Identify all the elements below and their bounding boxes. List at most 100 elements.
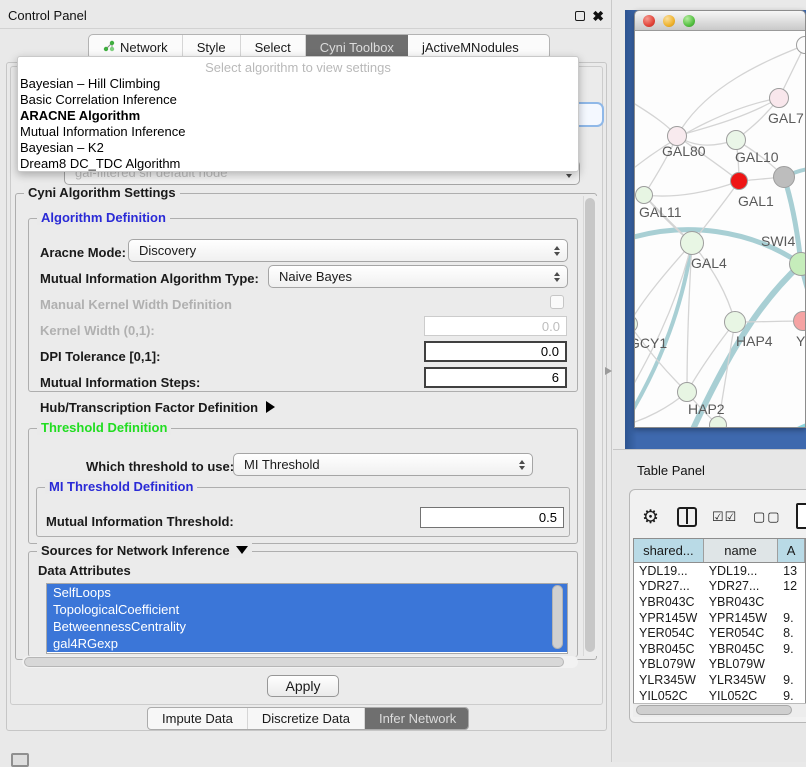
table-horizontal-scrollbar-thumb[interactable] — [636, 705, 792, 715]
list-item[interactable]: BetweennessCentrality — [47, 618, 567, 635]
cell-shared-name: YDR27... — [634, 579, 704, 595]
column-header-shared-name[interactable]: shared... — [634, 539, 704, 562]
network-node[interactable] — [773, 166, 795, 188]
list-item[interactable]: gal4RGexp — [47, 635, 567, 652]
attribute-name: TopologicalCoefficient — [53, 602, 179, 617]
list-item[interactable]: SelfLoops — [47, 584, 567, 601]
network-node[interactable] — [793, 311, 806, 331]
algorithm-dropdown-item[interactable]: ARACNE Algorithm — [18, 108, 578, 124]
node-table: shared... name A YDL19... YDL19... 13 YD… — [633, 538, 806, 703]
tab-label: jActiveMNodules — [422, 40, 519, 55]
network-node[interactable] — [769, 88, 789, 108]
bottom-tab-label: Impute Data — [162, 711, 233, 726]
aracne-mode-label: Aracne Mode: — [40, 245, 126, 260]
table-row[interactable]: YBR043C YBR043C — [634, 594, 805, 610]
column-header-partial[interactable]: A — [778, 539, 805, 562]
network-node[interactable] — [635, 315, 638, 333]
apply-button[interactable]: Apply — [267, 675, 339, 697]
column-header-name[interactable]: name — [704, 539, 779, 562]
cell-value: 9. — [778, 688, 805, 703]
settings-group-title: Cyni Algorithm Settings — [24, 185, 180, 200]
network-node[interactable] — [789, 252, 806, 276]
cell-shared-name: YIL052C — [634, 688, 704, 703]
table-row[interactable]: YBR045C YBR045C 9. — [634, 641, 805, 657]
network-node[interactable] — [677, 382, 697, 402]
table-row[interactable]: YDL19... YDL19... 13 — [634, 563, 805, 579]
cell-shared-name: YPR145W — [634, 610, 704, 626]
algorithm-name: ARACNE Algorithm — [20, 108, 140, 123]
sources-group-title[interactable]: Sources for Network Inference — [37, 543, 252, 558]
close-window-icon[interactable] — [643, 15, 655, 27]
list-scrollbar[interactable] — [552, 585, 563, 649]
cell-shared-name: YDL19... — [634, 563, 704, 579]
deselect-all-columns-icon[interactable]: ▢▢ — [753, 509, 782, 525]
network-node[interactable] — [680, 231, 704, 255]
network-node[interactable] — [730, 172, 748, 190]
network-node[interactable] — [724, 311, 746, 333]
tab-label: Select — [255, 40, 291, 55]
minimize-window-icon[interactable] — [663, 15, 675, 27]
control-panel-titlebar: Control Panel ✖ — [0, 3, 612, 29]
data-attributes-label: Data Attributes — [38, 563, 131, 578]
network-node[interactable] — [709, 416, 727, 428]
cell-value: 9. — [778, 641, 805, 657]
select-all-columns-icon[interactable]: ☑☑ — [712, 509, 737, 525]
mi-threshold-field[interactable]: 0.5 — [420, 507, 564, 528]
table-row[interactable]: YDR27... YDR27... 12 — [634, 579, 805, 595]
cell-value: 12 — [778, 579, 805, 595]
cell-name: YLR345W — [704, 672, 778, 688]
cell-shared-name: YBR043C — [634, 594, 704, 610]
algorithm-dropdown-list: Bayesian – Hill Climbing Basic Correlati… — [18, 76, 578, 172]
bottom-tab[interactable]: Discretize Data — [248, 708, 365, 729]
bottom-tab[interactable]: Infer Network — [365, 708, 469, 729]
float-window-icon[interactable] — [575, 11, 585, 21]
kernel-width-field[interactable]: 0.0 — [424, 316, 567, 336]
new-table-icon[interactable] — [796, 503, 806, 529]
settings-horizontal-scrollbar-thumb[interactable] — [24, 657, 564, 667]
settings-vertical-scrollbar-thumb[interactable] — [585, 198, 595, 652]
cell-value: 13 — [778, 563, 805, 579]
which-threshold-combobox[interactable]: MI Threshold — [233, 453, 533, 476]
sources-title-text: Sources for Network Inference — [41, 543, 230, 558]
kernel-width-label: Kernel Width (0,1): — [40, 323, 155, 338]
combo-arrows-icon — [554, 272, 560, 282]
network-node[interactable] — [635, 186, 653, 204]
list-item[interactable]: TopologicalCoefficient — [47, 601, 567, 618]
network-node-label: GAL4 — [691, 255, 727, 271]
network-node[interactable] — [796, 36, 806, 54]
network-canvas[interactable]: GAL7GAL80GAL10GAL1GAL11SWI4GAL4GCY1HAP4Y… — [635, 31, 806, 428]
table-row[interactable]: YIL052C YIL052C 9. — [634, 688, 805, 703]
algorithm-name: Bayesian – Hill Climbing — [20, 76, 160, 91]
mi-type-combobox[interactable]: Naive Bayes — [268, 265, 568, 288]
algorithm-definition-title: Algorithm Definition — [37, 210, 170, 225]
algorithm-dropdown-item[interactable]: Mutual Information Inference — [18, 124, 578, 140]
network-node-label: GAL1 — [738, 193, 774, 209]
aracne-mode-combobox[interactable]: Discovery — [128, 239, 568, 262]
gear-icon[interactable]: ⚙ — [642, 506, 659, 529]
hub-definition-toggle[interactable]: Hub/Transcription Factor Definition — [40, 400, 275, 415]
network-node-label: HAP4 — [736, 333, 773, 349]
manual-kernel-checkbox[interactable] — [550, 295, 564, 309]
table-row[interactable]: YPR145W YPR145W 9. — [634, 610, 805, 626]
docked-panel-icon[interactable] — [11, 753, 29, 767]
cell-value — [778, 594, 805, 610]
algorithm-dropdown-item[interactable]: Bayesian – K2 — [18, 140, 578, 156]
algorithm-dropdown-item[interactable]: Basic Correlation Inference — [18, 92, 578, 108]
table-row[interactable]: YBL079W YBL079W — [634, 657, 805, 673]
network-node-label: GAL10 — [735, 149, 779, 165]
combo-arrows-icon — [554, 246, 560, 256]
dpi-tolerance-field[interactable]: 0.0 — [424, 341, 567, 362]
zoom-window-icon[interactable] — [683, 15, 695, 27]
table-row[interactable]: YER054C YER054C 8. — [634, 625, 805, 641]
algorithm-dropdown-item[interactable]: Bayesian – Hill Climbing — [18, 76, 578, 92]
bottom-tab[interactable]: Impute Data — [148, 708, 248, 729]
close-icon[interactable]: ✖ — [592, 11, 604, 21]
mi-steps-field[interactable]: 6 — [424, 367, 567, 388]
network-view-window[interactable]: GAL7GAL80GAL10GAL1GAL11SWI4GAL4GCY1HAP4Y… — [634, 10, 806, 428]
column-layout-icon[interactable] — [677, 507, 697, 527]
cell-name: YDR27... — [704, 579, 778, 595]
algorithm-dropdown-item[interactable]: Dream8 DC_TDC Algorithm — [18, 156, 578, 172]
network-node[interactable] — [726, 130, 746, 150]
network-window-titlebar[interactable] — [635, 11, 805, 31]
table-row[interactable]: YLR345W YLR345W 9. — [634, 672, 805, 688]
